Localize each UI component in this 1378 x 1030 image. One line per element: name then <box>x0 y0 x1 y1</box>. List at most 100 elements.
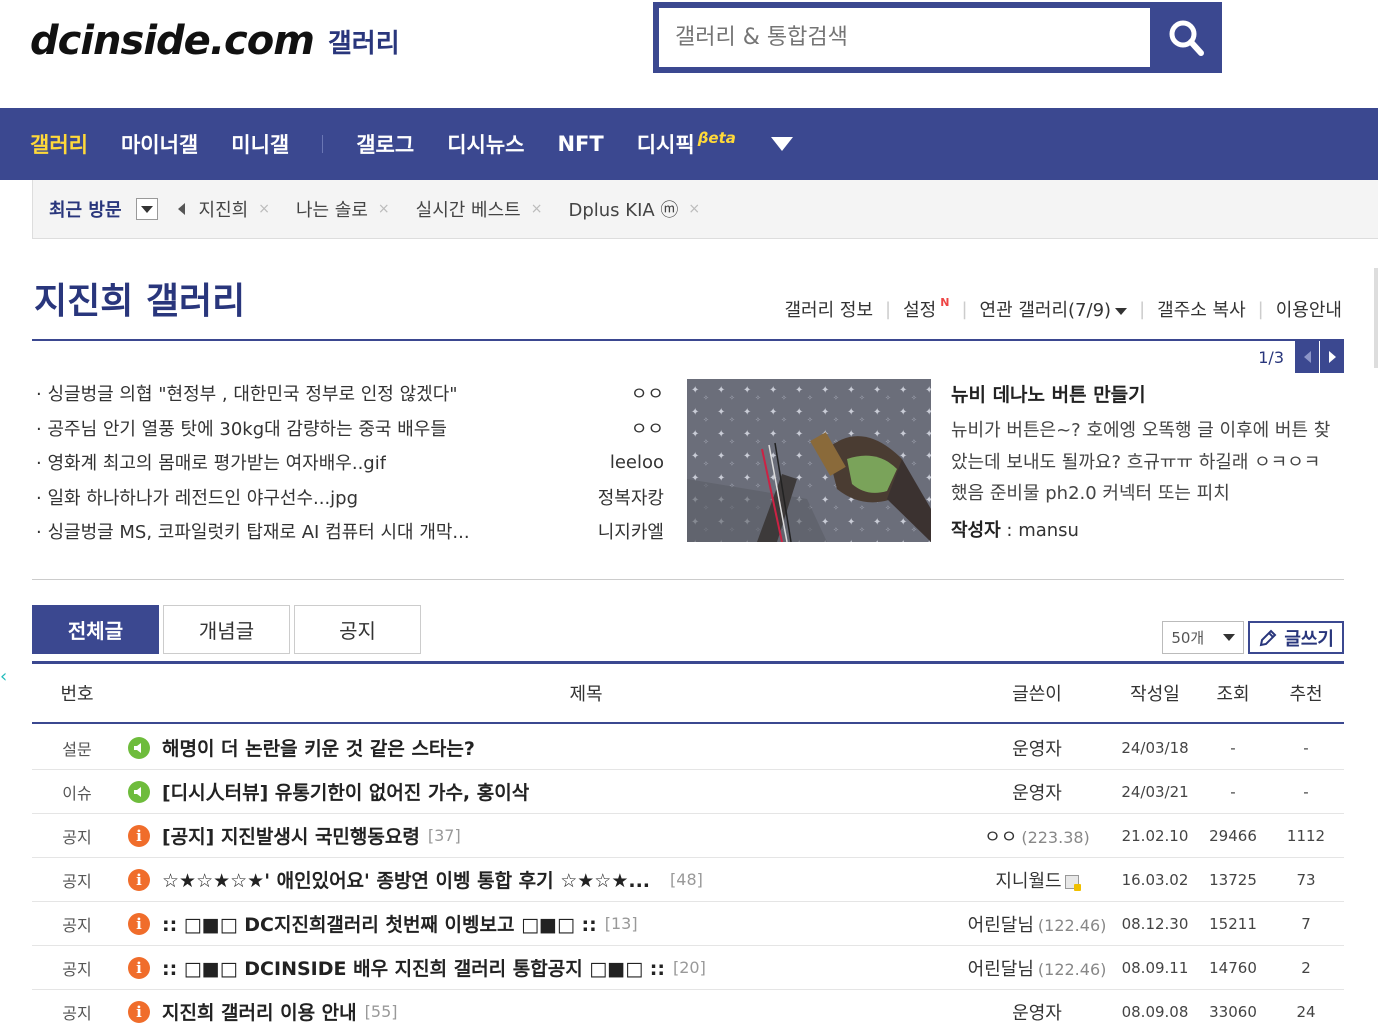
hot-post-item[interactable]: · 싱글벙글 의협 "현정부 , 대한민국 정부로 인정 않겠다" ㅇㅇ <box>36 376 664 411</box>
tab-all-posts[interactable]: 전체글 <box>32 605 159 654</box>
pager-prev-button[interactable] <box>1295 341 1319 373</box>
search-icon <box>1169 20 1204 56</box>
divider: | <box>885 298 892 320</box>
tab-notice[interactable]: 공지 <box>294 605 421 654</box>
site-logo[interactable]: dcinside.com 갤러리 <box>30 18 400 64</box>
main-nav: 갤러리 마이너갤 미니갤 갤로그 디시뉴스 NFT 디시픽 βeta <box>0 108 1378 180</box>
post-title[interactable]: [디시人터뷰] 유통기한이 없어진 가수, 홍이삭 <box>162 778 529 805</box>
recent-item[interactable]: Dplus KIA ⓜ <box>568 196 678 222</box>
logo-gallery-label[interactable]: 갤러리 <box>328 23 400 60</box>
post-date: 21.02.10 <box>1121 826 1189 845</box>
nav-nft[interactable]: NFT <box>557 132 603 156</box>
post-writer[interactable]: 운영자 <box>962 779 1112 805</box>
featured-photo-image: ✦ ✧ <box>687 379 931 542</box>
hot-post-author: 정복자캉 <box>597 487 664 509</box>
post-title[interactable]: ☆★☆★☆★' 애인있어요' 종방연 이벵 통합 후기 ☆★☆★... <box>162 866 650 893</box>
write-button-label: 글쓰기 <box>1284 628 1334 650</box>
hot-post-item[interactable]: · 공주님 안기 열풍 탓에 30kg대 감량하는 중국 배우들 ㅇㅇ <box>36 411 664 446</box>
logo-text[interactable]: dcinside.com <box>30 18 315 64</box>
close-icon[interactable]: × <box>688 201 700 217</box>
pencil-icon <box>1260 629 1277 646</box>
post-number: 이슈 <box>62 783 92 803</box>
tab-concept-posts[interactable]: 개념글 <box>163 605 290 654</box>
hot-post-item[interactable]: · 일화 하나하나가 레전드인 야구선수...jpg 정복자캉 <box>36 480 664 515</box>
post-title-cell: i ☆★☆★☆★' 애인있어요' 종방연 이벵 통합 후기 ☆★☆★... [4… <box>122 866 962 893</box>
table-row[interactable]: 이슈 [디시人터뷰] 유통기한이 없어진 가수, 홍이삭 운영자 24/03/2… <box>32 770 1344 814</box>
list-tools: 50개 글쓰기 <box>1162 621 1344 654</box>
chevron-down-icon <box>140 205 153 213</box>
gallery-settings-link[interactable]: 설정 N <box>903 296 949 322</box>
usage-guide-link[interactable]: 이용안내 <box>1276 296 1342 322</box>
reply-count[interactable]: [13] <box>605 914 638 933</box>
related-gallery-link[interactable]: 연관 갤러리(7/9) <box>980 296 1128 322</box>
post-writer[interactable]: 어린달님 (122.46) <box>962 955 1112 981</box>
hot-post-title[interactable]: · 영화계 최고의 몸매로 평가받는 여자배우..gif <box>36 449 386 475</box>
hot-post-title[interactable]: · 공주님 안기 열풍 탓에 30kg대 감량하는 중국 배우들 <box>36 415 447 441</box>
recent-prev-arrow-icon[interactable] <box>177 203 185 215</box>
featured-post-title[interactable]: 뉴비 데나노 버튼 만들기 <box>951 380 1146 407</box>
post-writer[interactable]: 어린달님 (122.46) <box>962 911 1112 937</box>
search-button[interactable] <box>1153 5 1219 70</box>
nav-mini-gallery[interactable]: 미니갤 <box>231 129 289 159</box>
reply-count[interactable]: [37] <box>428 826 461 845</box>
nav-more-arrow-icon[interactable] <box>770 137 793 151</box>
beta-badge: βeta <box>697 129 736 147</box>
side-collapse-icon[interactable]: ‹ <box>0 666 7 687</box>
recent-item[interactable]: 지진희 <box>199 196 249 222</box>
post-views: 33060 <box>1209 1002 1257 1021</box>
table-row[interactable]: 공지 i 지진희 갤러리 이용 안내 [55] 운영자 08.09.08 330… <box>32 990 1344 1030</box>
recent-item[interactable]: 실시간 베스트 <box>416 196 521 222</box>
featured-post-excerpt[interactable]: 뉴비가 버튼은~? 호에엥 오똑행 글 이후에 버튼 찾았는데 보내도 될까요?… <box>951 415 1336 510</box>
search-input[interactable] <box>659 8 1153 67</box>
nav-minor-gallery[interactable]: 마이너갤 <box>121 129 198 159</box>
post-date: 16.03.02 <box>1121 870 1189 889</box>
nav-dcpick[interactable]: 디시픽 βeta <box>637 129 736 159</box>
post-writer[interactable]: 운영자 <box>962 735 1112 761</box>
nav-gallery[interactable]: 갤러리 <box>30 129 88 159</box>
recent-item[interactable]: 나는 솔로 <box>296 196 368 222</box>
chevron-down-icon <box>1223 634 1236 641</box>
post-title[interactable]: :: □■□ DC지진희갤러리 첫번째 이벵보고 □■□ :: <box>162 910 597 937</box>
table-row[interactable]: 설문 해명이 더 논란을 키운 것 같은 스타는? 운영자 24/03/18 -… <box>32 726 1344 770</box>
list-count-select[interactable]: 50개 <box>1162 621 1245 654</box>
close-icon[interactable]: × <box>378 201 390 217</box>
post-writer[interactable]: 지니월드 <box>962 867 1112 893</box>
table-row[interactable]: 공지 i ☆★☆★☆★' 애인있어요' 종방연 이벵 통합 후기 ☆★☆★...… <box>32 858 1344 902</box>
hot-post-title[interactable]: · 싱글벙글 의협 "현정부 , 대한민국 정부로 인정 않겠다" <box>36 380 458 406</box>
gallery-title[interactable]: 지진희 갤러리 <box>34 272 245 324</box>
table-row[interactable]: 공지 i [공지] 지진발생시 국민행동요령 [37] ㅇㅇ (223.38) 2… <box>32 814 1344 858</box>
hot-post-title[interactable]: · 싱글벙글 MS, 코파일럿키 탑재로 AI 컴퓨터 시대 개막... <box>36 518 470 544</box>
post-number: 공지 <box>62 827 92 847</box>
scrollbar[interactable] <box>1374 268 1378 368</box>
table-row[interactable]: 공지 i :: □■□ DCINSIDE 배우 지진희 갤러리 통합공지 □■□… <box>32 946 1344 990</box>
post-recommend: 24 <box>1296 1002 1316 1021</box>
hot-post-title[interactable]: · 일화 하나하나가 레전드인 야구선수...jpg <box>36 484 358 510</box>
write-button[interactable]: 글쓰기 <box>1248 621 1344 654</box>
featured-thumbnail[interactable]: ✦ ✧ <box>687 379 931 542</box>
reply-count[interactable]: [48] <box>670 870 703 889</box>
reply-count[interactable]: [55] <box>365 1002 398 1021</box>
close-icon[interactable]: × <box>258 201 270 217</box>
hot-post-item[interactable]: · 영화계 최고의 몸매로 평가받는 여자배우..gif leeloo <box>36 445 664 480</box>
pager-next-button[interactable] <box>1320 341 1344 373</box>
close-icon[interactable]: × <box>531 201 543 217</box>
post-title[interactable]: 해명이 더 논란을 키운 것 같은 스타는? <box>162 734 475 761</box>
copy-address-link[interactable]: 갤주소 복사 <box>1157 296 1246 322</box>
gallery-info-link[interactable]: 갤러리 정보 <box>784 296 873 322</box>
table-row[interactable]: 공지 i :: □■□ DC지진희갤러리 첫번째 이벵보고 □■□ :: [13… <box>32 902 1344 946</box>
nav-dc-news[interactable]: 디시뉴스 <box>447 129 524 159</box>
recent-visits-dropdown[interactable] <box>135 198 158 220</box>
post-title[interactable]: 지진희 갤러리 이용 안내 <box>162 998 357 1025</box>
nav-gallog[interactable]: 갤로그 <box>356 129 414 159</box>
post-number: 설문 <box>62 739 92 759</box>
col-writer: 글쓴이 <box>1012 684 1062 705</box>
post-title[interactable]: [공지] 지진발생시 국민행동요령 <box>162 822 420 849</box>
post-writer[interactable]: ㅇㅇ (223.38) <box>962 823 1112 849</box>
col-recommend: 추천 <box>1289 684 1323 705</box>
post-writer[interactable]: 운영자 <box>962 999 1112 1025</box>
reply-count[interactable]: [20] <box>673 958 706 977</box>
hot-post-item[interactable]: · 싱글벙글 MS, 코파일럿키 탑재로 AI 컴퓨터 시대 개막... 니지카… <box>36 514 664 549</box>
hot-post-list: · 싱글벙글 의협 "현정부 , 대한민국 정부로 인정 않겠다" ㅇㅇ · 공… <box>36 376 664 549</box>
writer-ip: (223.38) <box>1021 827 1090 847</box>
post-title[interactable]: :: □■□ DCINSIDE 배우 지진희 갤러리 통합공지 □■□ :: <box>162 954 665 981</box>
